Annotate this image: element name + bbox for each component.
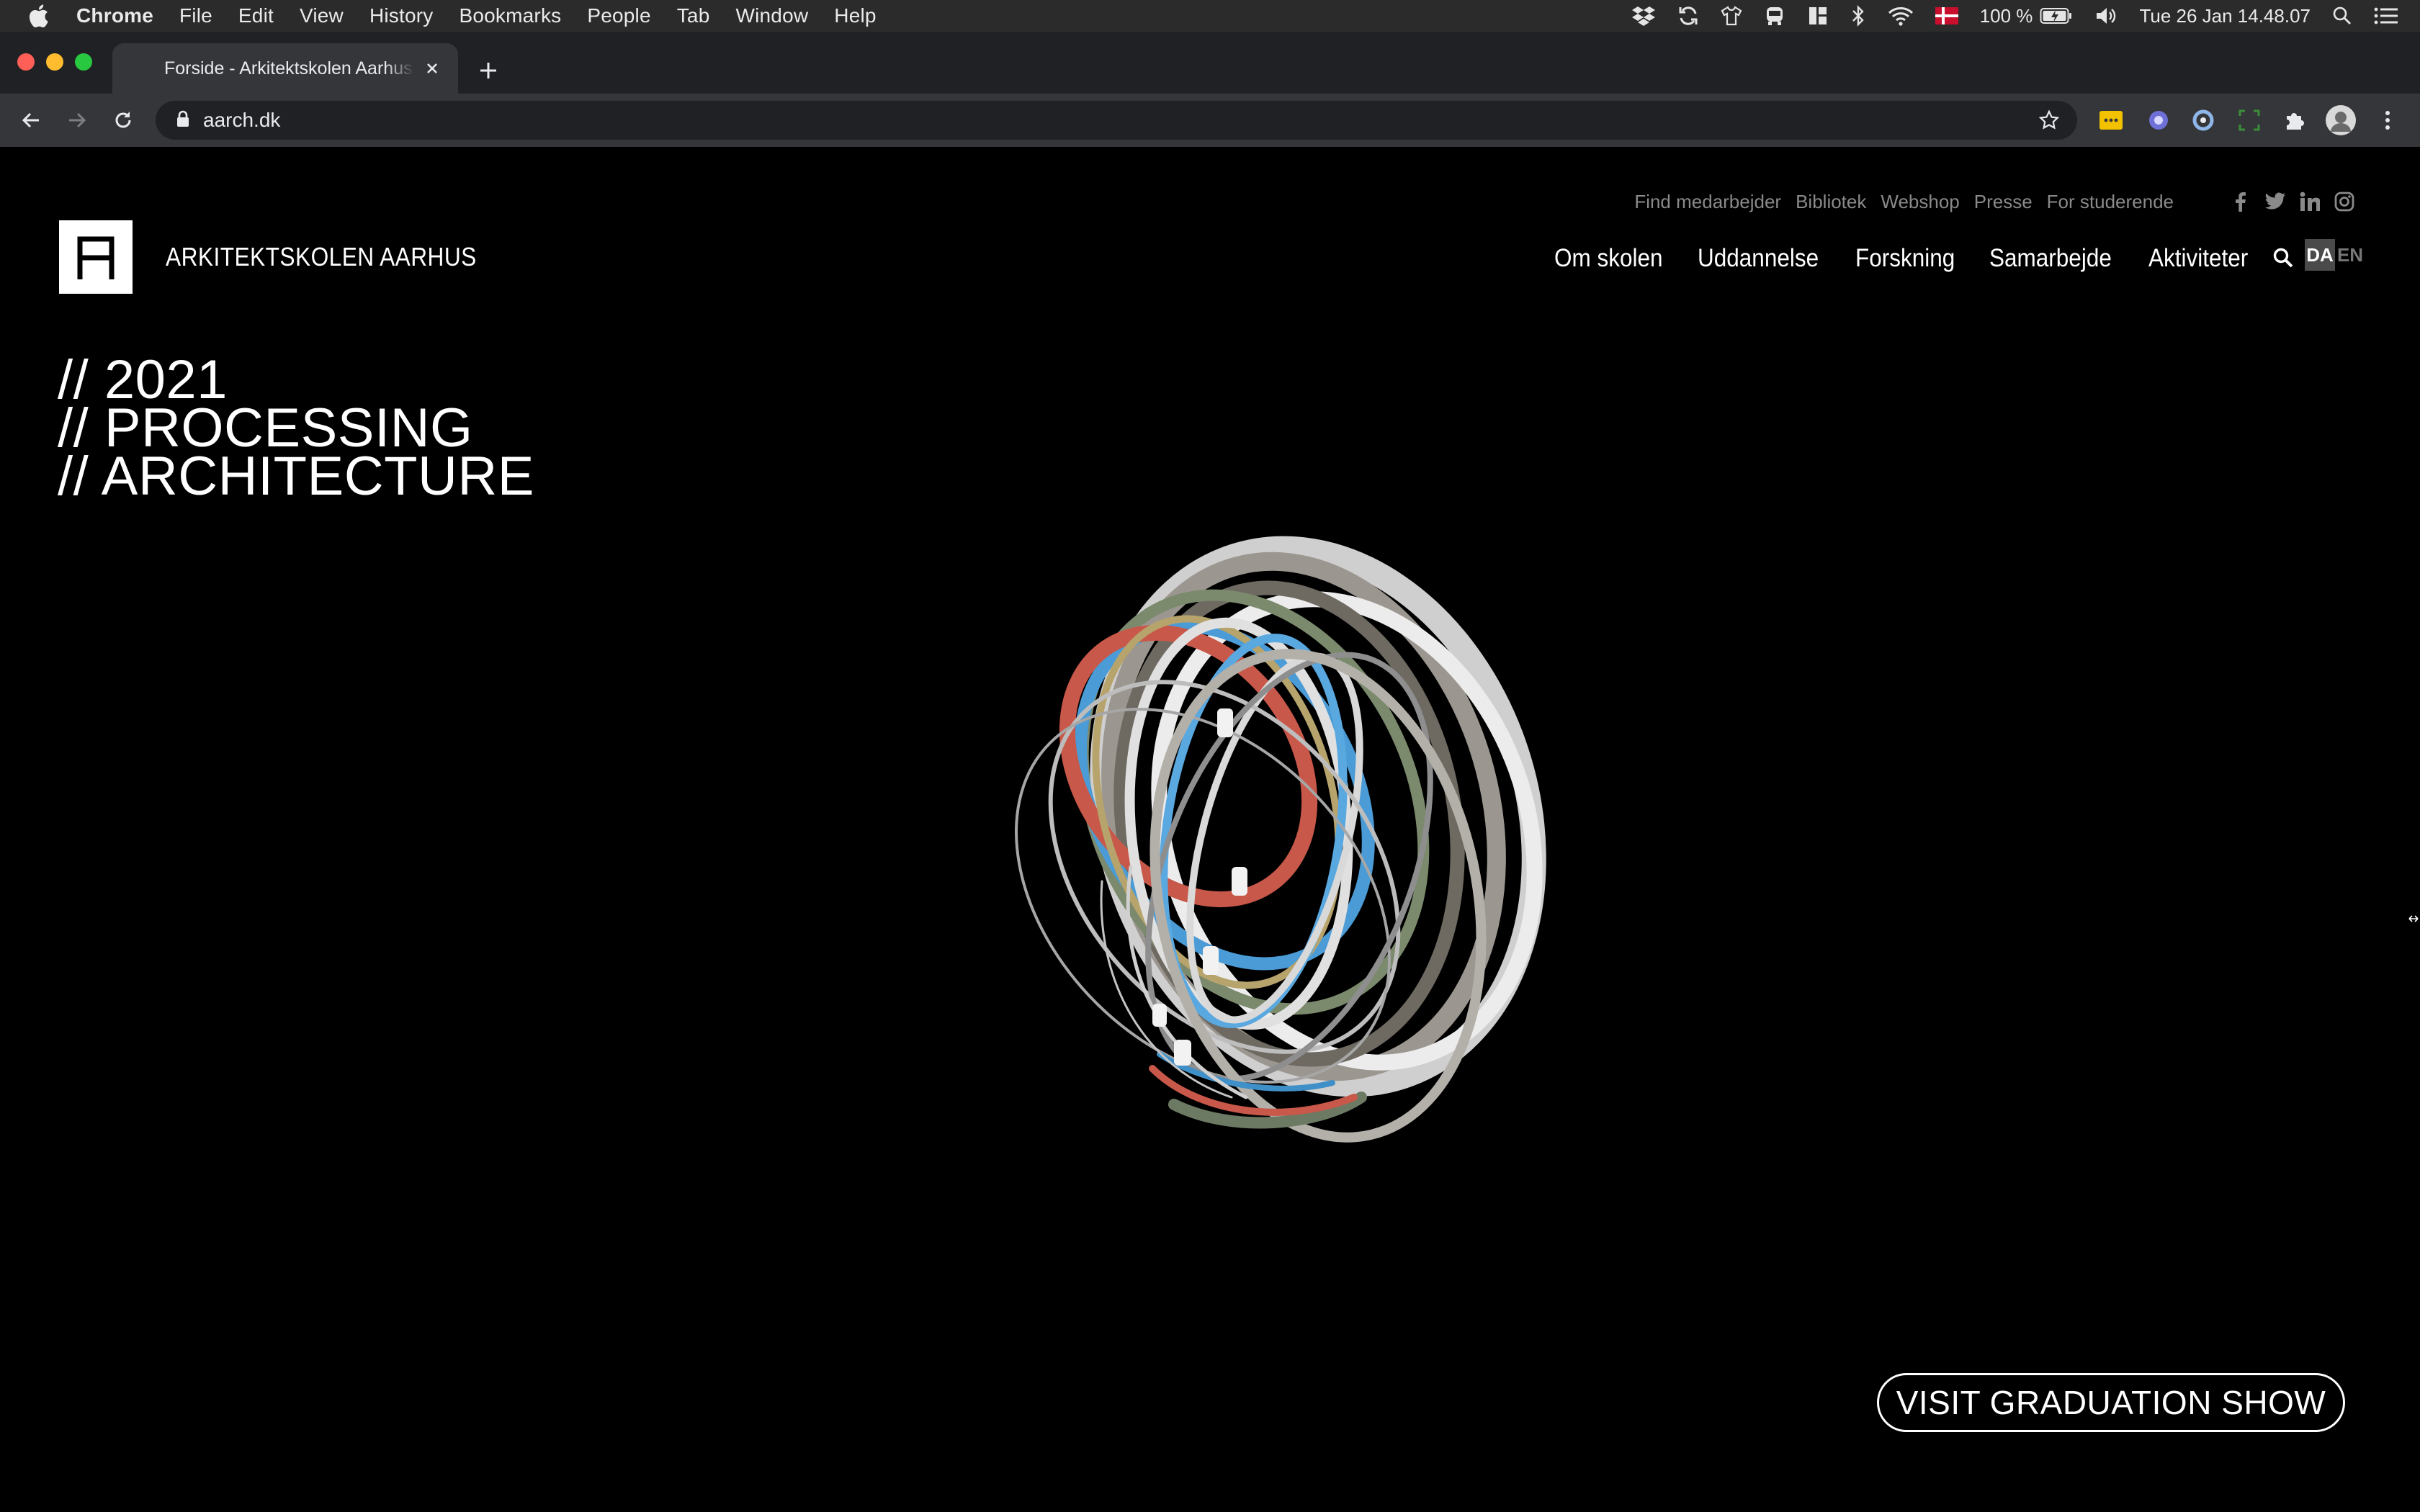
site-brand-name[interactable]: ARKITEKTSKOLEN AARHUS	[166, 242, 477, 272]
twitter-icon[interactable]	[2264, 191, 2286, 212]
bookmark-star-icon[interactable]	[2037, 108, 2061, 132]
address-bar[interactable]: aarch.dk	[156, 101, 2077, 140]
notes-extension-icon[interactable]	[2097, 107, 2125, 134]
browser-toolbar: aarch.dk	[0, 94, 2420, 147]
danish-flag-icon[interactable]	[1935, 7, 1958, 24]
spotlight-search-icon[interactable]	[2332, 6, 2352, 26]
lang-da-button[interactable]: DA	[2305, 239, 2335, 271]
macos-menu-bar: Chrome File Edit View History Bookmarks …	[0, 0, 2420, 32]
screenshot-extension-icon[interactable]	[2236, 107, 2263, 134]
nav-samarbejde[interactable]: Samarbejde	[1989, 244, 2112, 273]
wifi-icon[interactable]	[1888, 6, 1914, 26]
utility-link-bibliotek[interactable]: Bibliotek	[1796, 191, 1866, 213]
tab-close-icon[interactable]	[421, 57, 444, 80]
resize-cursor-icon	[2408, 915, 2419, 922]
window-controls	[17, 53, 92, 71]
lock-icon[interactable]	[176, 110, 190, 131]
main-nav: Om skolen Uddannelse Forskning Samarbejd…	[1554, 240, 2282, 276]
browser-tab-strip: Forside - Arkitektskolen Aarhus	[0, 32, 2420, 94]
language-switch: DA EN	[2305, 239, 2365, 271]
utility-nav: Find medarbejder Bibliotek Webshop Press…	[1620, 187, 2420, 216]
instagram-icon[interactable]	[2334, 191, 2355, 212]
forward-button[interactable]	[60, 104, 94, 137]
tab-title: Forside - Arkitektskolen Aarhus	[164, 58, 413, 78]
extensions-puzzle-icon[interactable]	[2280, 107, 2308, 134]
reload-button[interactable]	[107, 104, 140, 137]
nav-aktiviteter[interactable]: Aktiviteter	[2148, 244, 2248, 273]
menu-edit[interactable]: Edit	[238, 4, 274, 27]
menubar-clock[interactable]: Tue 26 Jan 14.48.07	[2139, 5, 2311, 27]
translate-extension-icon[interactable]	[2145, 107, 2172, 134]
site-logo[interactable]	[59, 220, 133, 294]
headline-line-year: // 2021	[58, 349, 228, 410]
headline-line-processing: // PROCESSING	[58, 397, 473, 459]
volume-icon[interactable]	[2094, 6, 2118, 26]
transit-icon[interactable]	[1764, 5, 1785, 27]
menu-people[interactable]: People	[587, 4, 650, 27]
linkedin-icon[interactable]	[2299, 191, 2321, 212]
minimize-window-button[interactable]	[46, 53, 63, 71]
menu-app-chrome[interactable]: Chrome	[76, 4, 153, 27]
apple-menu-icon[interactable]	[23, 4, 55, 27]
headline-line-architecture: // ARCHITECTURE	[58, 446, 534, 507]
window-manager-icon[interactable]	[1807, 5, 1829, 27]
utility-link-for-studerende[interactable]: For studerende	[2047, 191, 2174, 213]
dropbox-icon[interactable]	[1631, 5, 1656, 27]
nav-forskning[interactable]: Forskning	[1855, 244, 1955, 273]
utility-link-webshop[interactable]: Webshop	[1881, 191, 1959, 213]
site-search-icon[interactable]	[2270, 245, 2296, 271]
close-window-button[interactable]	[17, 53, 35, 71]
menu-window[interactable]: Window	[735, 4, 808, 27]
menu-file[interactable]: File	[179, 4, 212, 27]
notification-center-icon[interactable]	[2374, 6, 2398, 25]
back-button[interactable]	[14, 104, 48, 137]
battery-percent: 100 %	[1979, 4, 2033, 27]
lang-en-button[interactable]: EN	[2335, 239, 2365, 271]
menu-history[interactable]: History	[369, 4, 434, 27]
sync-icon[interactable]	[1677, 5, 1699, 27]
nav-uddannelse[interactable]: Uddannelse	[1698, 244, 1819, 273]
hero-headline: // 2021 // PROCESSING // ARCHITECTURE	[58, 349, 534, 507]
menu-bookmarks[interactable]: Bookmarks	[460, 4, 562, 27]
bluetooth-icon[interactable]	[1850, 5, 1866, 27]
menu-view[interactable]: View	[300, 4, 344, 27]
new-tab-button[interactable]	[472, 55, 504, 86]
hero-sculpture-image	[1015, 536, 1546, 1143]
chrome-menu-icon[interactable]	[2374, 107, 2401, 134]
nav-om-skolen[interactable]: Om skolen	[1554, 244, 1663, 273]
browser-tab-active[interactable]: Forside - Arkitektskolen Aarhus	[112, 43, 458, 94]
menu-tab[interactable]: Tab	[677, 4, 710, 27]
visit-graduation-show-button[interactable]: VISIT GRADUATION SHOW	[1877, 1373, 2345, 1432]
battery-icon[interactable]	[2040, 7, 2073, 24]
url-text: aarch.dk	[203, 109, 281, 131]
ring-extension-icon[interactable]	[2190, 107, 2217, 134]
menu-help[interactable]: Help	[834, 4, 876, 27]
menubar-status-area: 100 % Tue 26 Jan 14.48.07	[1610, 0, 2398, 32]
zoom-window-button[interactable]	[75, 53, 92, 71]
utility-link-find-medarbejder[interactable]: Find medarbejder	[1634, 191, 1781, 213]
shirt-icon[interactable]	[1721, 5, 1742, 27]
facebook-icon[interactable]	[2230, 191, 2251, 212]
social-links	[2217, 191, 2355, 212]
utility-link-presse[interactable]: Presse	[1974, 191, 2033, 213]
page-viewport: ARKITEKTSKOLEN AARHUS Find medarbejder B…	[0, 147, 2420, 1512]
profile-avatar[interactable]	[2325, 104, 2357, 136]
